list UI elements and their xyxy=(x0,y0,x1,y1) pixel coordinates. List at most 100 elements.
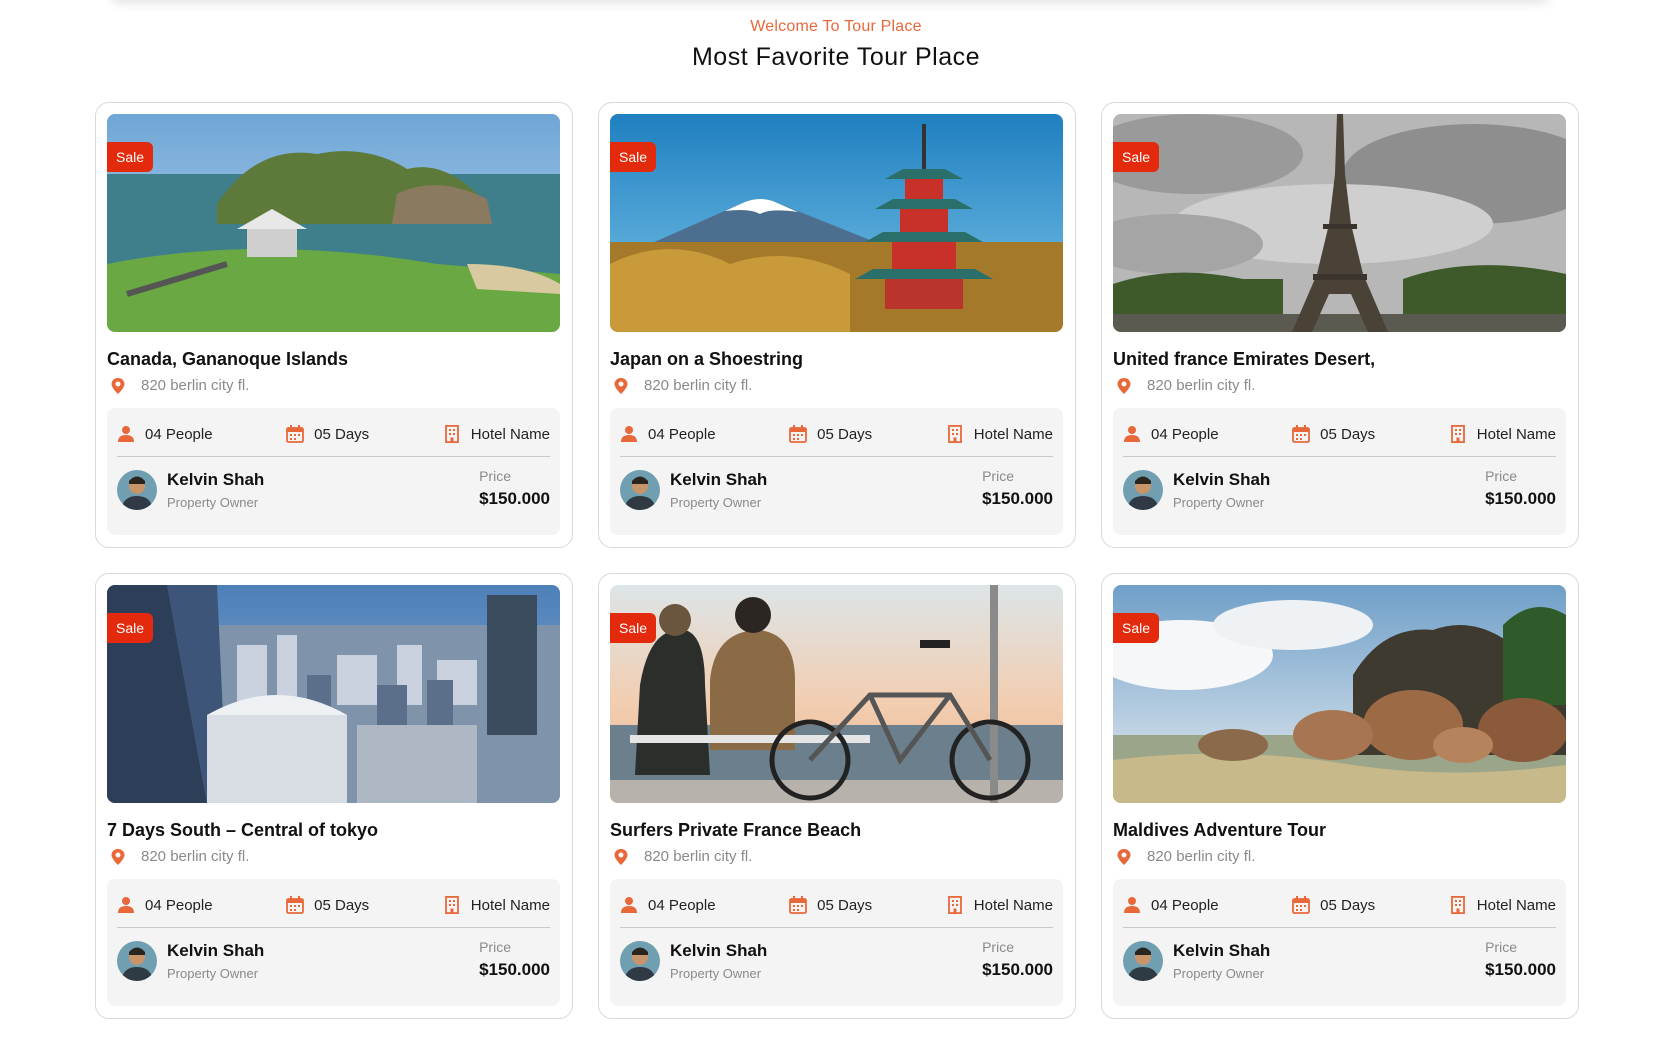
price-block: Price $150.000 xyxy=(982,468,1053,509)
feature-hotel: Hotel Name xyxy=(946,425,1053,443)
avatar xyxy=(1123,470,1163,510)
avatar xyxy=(620,941,660,981)
building-icon xyxy=(1450,896,1465,914)
tour-photo-beach[interactable]: Sale xyxy=(610,585,1063,803)
tour-title[interactable]: Maldives Adventure Tour xyxy=(1113,820,1326,841)
tour-location: 820 berlin city fl. xyxy=(107,377,249,394)
tour-title[interactable]: 7 Days South – Central of tokyo xyxy=(107,820,378,841)
owner-name: Kelvin Shah xyxy=(670,470,768,489)
owner-name: Kelvin Shah xyxy=(1173,470,1271,489)
days-count: 05 Days xyxy=(1320,896,1376,914)
section-title: Most Favorite Tour Place xyxy=(691,43,981,71)
tour-info-panel: 04 People 05 Days Hotel Name Kelvin Shah xyxy=(610,408,1063,535)
price-block: Price $150.000 xyxy=(1485,939,1556,980)
tour-title[interactable]: Surfers Private France Beach xyxy=(610,820,861,841)
tour-features: 04 People 05 Days Hotel Name xyxy=(620,418,1053,457)
feature-hotel: Hotel Name xyxy=(1449,896,1556,914)
location-pin-icon xyxy=(111,377,125,394)
price-block: Price $150.000 xyxy=(982,939,1053,980)
location-text: 820 berlin city fl. xyxy=(644,848,753,865)
tour-card[interactable]: Sale United france Emirates Desert, 820 … xyxy=(1101,102,1579,548)
owner-role: Property Owner xyxy=(167,966,259,981)
person-icon xyxy=(118,897,134,913)
hotel-name: Hotel Name xyxy=(470,896,550,914)
location-pin-icon xyxy=(111,848,125,865)
tour-info-panel: 04 People 05 Days Hotel Name Kelvin Shah xyxy=(107,879,560,1006)
feature-days: 05 Days xyxy=(1292,896,1375,914)
people-count: 04 People xyxy=(648,896,716,914)
building-icon xyxy=(1450,425,1465,443)
hotel-name: Hotel Name xyxy=(1476,425,1556,443)
price-value: $150.000 xyxy=(982,960,1053,979)
feature-days: 05 Days xyxy=(789,896,872,914)
price-label: Price xyxy=(982,939,1014,955)
tour-photo-eiffel[interactable]: Sale xyxy=(1113,114,1566,332)
location-pin-icon xyxy=(1117,848,1131,865)
property-owner: Kelvin Shah Property Owner xyxy=(117,941,264,981)
feature-days: 05 Days xyxy=(286,896,369,914)
price-value: $150.000 xyxy=(1485,960,1556,979)
property-owner: Kelvin Shah Property Owner xyxy=(1123,470,1270,510)
tour-card[interactable]: Sale Surfers Private France Beach 820 be… xyxy=(598,573,1076,1019)
tour-title[interactable]: United france Emirates Desert, xyxy=(1113,349,1375,370)
tour-photo-tokyo[interactable]: Sale xyxy=(107,585,560,803)
building-icon xyxy=(947,425,962,443)
tour-features: 04 People 05 Days Hotel Name xyxy=(1123,889,1556,928)
feature-hotel: Hotel Name xyxy=(946,896,1053,914)
tour-card[interactable]: Sale Canada, Gananoque Islands 820 berli… xyxy=(95,102,573,548)
tour-photo-island[interactable]: Sale xyxy=(107,114,560,332)
calendar-icon xyxy=(789,896,808,914)
location-text: 820 berlin city fl. xyxy=(1147,848,1256,865)
price-value: $150.000 xyxy=(982,489,1053,508)
sale-badge: Sale xyxy=(610,142,657,172)
hotel-name: Hotel Name xyxy=(470,425,550,443)
tour-card[interactable]: Sale 7 Days South – Central of tokyo 820… xyxy=(95,573,573,1019)
tour-photo-japan[interactable]: Sale xyxy=(610,114,1063,332)
days-count: 05 Days xyxy=(817,896,873,914)
feature-people: 04 People xyxy=(620,896,716,914)
owner-role: Property Owner xyxy=(670,966,762,981)
tour-title[interactable]: Canada, Gananoque Islands xyxy=(107,349,348,370)
property-owner: Kelvin Shah Property Owner xyxy=(620,941,767,981)
person-icon xyxy=(621,897,637,913)
tour-info-panel: 04 People 05 Days Hotel Name Kelvin Shah xyxy=(1113,408,1566,535)
calendar-icon xyxy=(1292,425,1311,443)
calendar-icon xyxy=(286,896,305,914)
tour-card[interactable]: Sale Japan on a Shoestring 820 berlin ci… xyxy=(598,102,1076,548)
feature-people: 04 People xyxy=(1123,425,1219,443)
people-count: 04 People xyxy=(648,425,716,443)
price-block: Price $150.000 xyxy=(1485,468,1556,509)
tour-features: 04 People 05 Days Hotel Name xyxy=(117,418,550,457)
tour-card[interactable]: Sale Maldives Adventure Tour 820 berlin … xyxy=(1101,573,1579,1019)
tour-location: 820 berlin city fl. xyxy=(1113,848,1255,865)
people-count: 04 People xyxy=(1151,425,1219,443)
tour-title[interactable]: Japan on a Shoestring xyxy=(610,349,803,370)
avatar xyxy=(1123,941,1163,981)
people-count: 04 People xyxy=(145,425,213,443)
sale-badge: Sale xyxy=(107,142,154,172)
people-count: 04 People xyxy=(145,896,213,914)
feature-days: 05 Days xyxy=(286,425,369,443)
owner-role: Property Owner xyxy=(167,495,259,510)
sale-badge: Sale xyxy=(1113,142,1160,172)
owner-role: Property Owner xyxy=(670,495,762,510)
location-pin-icon xyxy=(1117,377,1131,394)
days-count: 05 Days xyxy=(314,425,370,443)
price-block: Price $150.000 xyxy=(479,939,550,980)
section-eyebrow: Welcome To Tour Place xyxy=(750,18,922,35)
price-label: Price xyxy=(479,939,511,955)
location-pin-icon xyxy=(614,377,628,394)
tour-features: 04 People 05 Days Hotel Name xyxy=(117,889,550,928)
price-block: Price $150.000 xyxy=(479,468,550,509)
person-icon xyxy=(1124,426,1140,442)
tour-card-grid: Sale Canada, Gananoque Islands 820 berli… xyxy=(95,102,1579,1019)
tour-photo-maldives[interactable]: Sale xyxy=(1113,585,1566,803)
hotel-name: Hotel Name xyxy=(973,425,1053,443)
avatar xyxy=(620,470,660,510)
location-text: 820 berlin city fl. xyxy=(141,377,250,394)
person-icon xyxy=(118,426,134,442)
property-owner: Kelvin Shah Property Owner xyxy=(1123,941,1270,981)
sale-badge: Sale xyxy=(610,613,657,643)
hotel-name: Hotel Name xyxy=(973,896,1053,914)
feature-hotel: Hotel Name xyxy=(443,425,550,443)
